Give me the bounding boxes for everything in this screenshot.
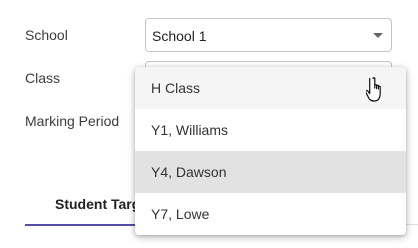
chevron-down-icon	[373, 33, 383, 38]
school-label: School	[25, 27, 68, 43]
option-label: H Class	[151, 80, 201, 96]
school-select[interactable]: School 1	[145, 18, 392, 52]
option-label: Y1, Williams	[151, 122, 229, 138]
hand-pointer-icon	[366, 77, 381, 102]
class-option-y4-dawson[interactable]: Y4, Dawson	[135, 151, 406, 193]
class-option-y1-williams[interactable]: Y1, Williams	[135, 109, 406, 151]
class-option-y7-lowe[interactable]: Y7, Lowe	[135, 193, 406, 235]
marking-period-label: Marking Period	[25, 113, 120, 129]
tab-student-targets[interactable]: Student Targets	[25, 188, 161, 226]
option-label: Y4, Dawson	[151, 164, 227, 180]
school-select-value: School 1	[152, 28, 207, 44]
class-label: Class	[25, 70, 61, 86]
option-label: Y7, Lowe	[151, 206, 210, 222]
